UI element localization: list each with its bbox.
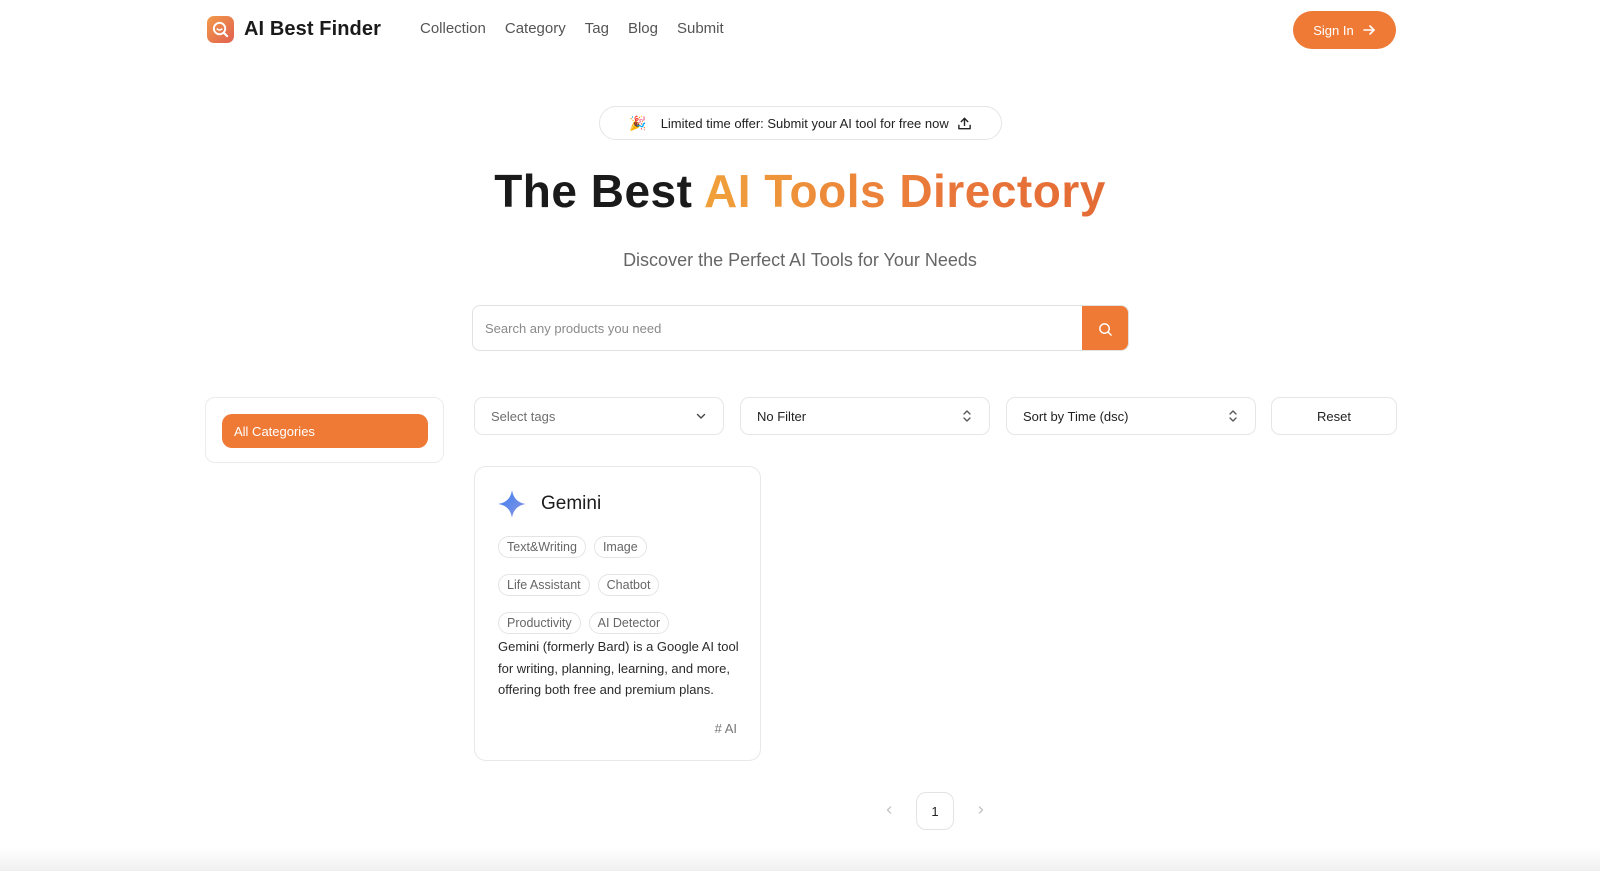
upload-icon — [957, 117, 971, 129]
tag-chip[interactable]: Text&Writing — [498, 536, 586, 558]
nav-collection[interactable]: Collection — [420, 20, 486, 37]
search-icon — [1098, 322, 1112, 336]
card-description: Gemini (formerly Bard) is a Google AI to… — [498, 639, 739, 697]
card-title: Gemini — [541, 493, 602, 514]
filter-select[interactable]: No Filter — [740, 397, 990, 435]
search-input[interactable] — [473, 306, 1082, 350]
offer-banner[interactable]: 🎉 Limited time offer: Submit your AI too… — [599, 106, 1002, 140]
footer-shadow — [0, 847, 1600, 871]
search-bar — [472, 305, 1129, 351]
main-nav: Collection Category Tag Blog Submit — [420, 20, 724, 37]
chevron-right-icon — [978, 806, 984, 814]
sign-in-label: Sign In — [1313, 22, 1354, 38]
nav-submit[interactable]: Submit — [677, 20, 724, 37]
hero-subtitle: Discover the Perfect AI Tools for Your N… — [623, 250, 977, 270]
tags-select[interactable]: Select tags — [474, 397, 724, 435]
hero-title-plain: The Best — [494, 165, 705, 217]
logo[interactable]: AI Best Finder — [207, 16, 381, 43]
tag-chip[interactable]: Productivity — [498, 612, 581, 634]
chevron-down-icon — [696, 413, 706, 419]
next-page-button[interactable] — [968, 797, 994, 823]
tags-select-placeholder: Select tags — [491, 408, 556, 424]
party-icon: 🎉 — [629, 114, 647, 131]
tool-card[interactable]: Gemini Text&Writing Image Life Assistant… — [474, 466, 761, 761]
card-hashtag[interactable]: # AI — [715, 721, 737, 736]
tag-chip[interactable]: Image — [593, 536, 647, 558]
nav-category[interactable]: Category — [505, 20, 566, 37]
tag-chip[interactable]: Life Assistant — [498, 574, 590, 596]
sort-select-value: Sort by Time (dsc) — [1023, 408, 1129, 424]
reset-button[interactable]: Reset — [1271, 397, 1397, 435]
page-number-button[interactable]: 1 — [916, 792, 954, 830]
sort-select[interactable]: Sort by Time (dsc) — [1006, 397, 1256, 435]
category-sidebar: All Categories — [205, 397, 444, 463]
tag-chip[interactable]: AI Detector — [588, 612, 670, 634]
logo-search-icon — [207, 16, 234, 43]
card-header: Gemini — [497, 489, 601, 519]
nav-tag[interactable]: Tag — [585, 20, 609, 37]
header: AI Best Finder Collection Category Tag B… — [0, 0, 1600, 60]
search-button[interactable] — [1082, 306, 1128, 350]
nav-blog[interactable]: Blog — [628, 20, 658, 37]
chevron-left-icon — [886, 806, 892, 814]
chevron-up-down-icon — [963, 410, 971, 422]
card-tags: Text&Writing Image Life Assistant Chatbo… — [498, 536, 748, 634]
arrow-right-icon — [1362, 25, 1375, 35]
chevron-up-down-icon — [1229, 410, 1237, 422]
hero-title: The Best AI Tools Directory — [0, 164, 1600, 218]
gemini-sparkle-icon — [498, 490, 526, 518]
sign-in-button[interactable]: Sign In — [1293, 11, 1396, 49]
page: AI Best Finder Collection Category Tag B… — [0, 0, 1600, 871]
offer-text: Limited time offer: Submit your AI tool … — [660, 115, 949, 131]
prev-page-button[interactable] — [876, 797, 902, 823]
filter-select-value: No Filter — [757, 408, 807, 424]
logo-text: AI Best Finder — [244, 18, 381, 40]
hero-title-accent: AI Tools Directory — [704, 165, 1106, 217]
all-categories-button[interactable]: All Categories — [222, 414, 428, 448]
tag-chip[interactable]: Chatbot — [597, 574, 660, 596]
